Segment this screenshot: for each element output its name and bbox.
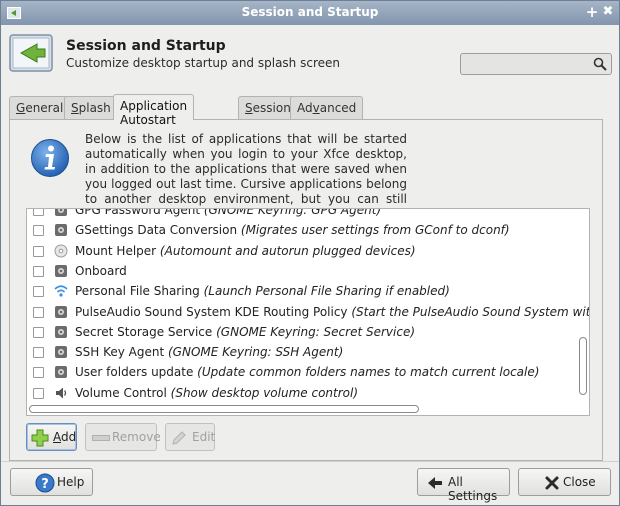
autostart-entry-name: User folders update bbox=[75, 365, 194, 380]
autostart-entry-name: PulseAudio Sound System KDE Routing Poli… bbox=[75, 304, 348, 319]
close-icon bbox=[545, 476, 559, 490]
titlebar[interactable]: Session and Startup + ✖ bbox=[1, 1, 619, 25]
autostart-entry-label: Onboard bbox=[75, 264, 127, 278]
enable-checkbox[interactable] bbox=[33, 286, 44, 298]
autostart-row[interactable]: SSH Key Agent (GNOME Keyring: SSH Agent) bbox=[27, 343, 572, 363]
header-title: Session and Startup bbox=[66, 38, 226, 54]
gear-icon bbox=[55, 264, 67, 277]
autostart-entry-description: (Update common folders names to match cu… bbox=[193, 365, 540, 380]
remove-icon bbox=[92, 435, 110, 441]
autostart-entry-description: (Show desktop volume control) bbox=[166, 385, 359, 400]
close-button[interactable]: Close bbox=[518, 468, 611, 496]
gear-icon bbox=[55, 305, 67, 318]
autostart-entry-label: Mount Helper (Automount and autorun plug… bbox=[75, 244, 416, 258]
autostart-entry-description: (Launch Personal File Sharing if enabled… bbox=[199, 284, 450, 299]
autostart-entry-name: Onboard bbox=[75, 263, 127, 278]
enable-checkbox[interactable] bbox=[33, 245, 44, 257]
enable-checkbox[interactable] bbox=[33, 209, 44, 216]
remove-button[interactable]: Remove bbox=[85, 423, 161, 451]
tab-splash[interactable]: Splash bbox=[64, 96, 118, 119]
gear-icon bbox=[55, 325, 67, 338]
autostart-entry-name: GSettings Data Conversion bbox=[75, 223, 238, 238]
window-title: Session and Startup bbox=[241, 5, 379, 19]
session-startup-window: Session and Startup + ✖ Session and Star… bbox=[0, 0, 620, 506]
horizontal-scrollbar[interactable] bbox=[29, 405, 419, 413]
autostart-row[interactable]: GPG Password Agent (GNOME Keyring: GPG A… bbox=[27, 208, 572, 221]
svg-text:?: ? bbox=[41, 477, 49, 492]
autostart-entry-description: (Migrates user settings from GConf to dc… bbox=[237, 223, 510, 238]
back-arrow-icon bbox=[428, 477, 442, 489]
disc-icon bbox=[54, 244, 68, 258]
autostart-panel: Below is the list of applications that w… bbox=[9, 119, 603, 461]
autostart-entry-label: Volume Control (Show desktop volume cont… bbox=[75, 386, 358, 400]
autostart-row[interactable]: GSettings Data Conversion (Migrates user… bbox=[27, 221, 572, 241]
help-icon: ? bbox=[35, 473, 55, 493]
autostart-entry-description: (Start the PulseAudio Sound System with … bbox=[351, 304, 590, 319]
all-settings-button[interactable]: All Settings bbox=[417, 468, 510, 503]
enable-checkbox[interactable] bbox=[33, 347, 44, 359]
autostart-entry-label: User folders update (Update common folde… bbox=[75, 365, 539, 379]
autostart-row[interactable]: Secret Storage Service (GNOME Keyring: S… bbox=[27, 323, 572, 343]
help-button[interactable]: ? Help bbox=[10, 468, 93, 496]
autostart-entry-label: SSH Key Agent (GNOME Keyring: SSH Agent) bbox=[75, 345, 343, 359]
tab-session[interactable]: Session bbox=[238, 96, 298, 119]
autostart-entry-name: Personal File Sharing bbox=[75, 284, 200, 299]
autostart-entry-description: (GNOME Keyring: GPG Agent) bbox=[200, 208, 382, 217]
autostart-list[interactable]: GPG Password Agent (GNOME Keyring: GPG A… bbox=[26, 208, 590, 416]
enable-checkbox[interactable] bbox=[33, 265, 44, 277]
autostart-entry-description: (Automount and autorun plugged devices) bbox=[156, 243, 416, 258]
search-icon[interactable] bbox=[593, 57, 607, 71]
info-icon bbox=[31, 139, 69, 177]
gear-icon bbox=[55, 209, 67, 216]
autostart-entry-name: GPG Password Agent bbox=[75, 208, 201, 217]
autostart-entry-label: Secret Storage Service (GNOME Keyring: S… bbox=[75, 325, 415, 339]
session-startup-icon bbox=[9, 34, 53, 72]
autostart-row[interactable]: Onboard bbox=[27, 262, 572, 282]
enable-checkbox[interactable] bbox=[33, 387, 44, 399]
close-window-button[interactable]: ✖ bbox=[599, 3, 617, 21]
header-subtitle: Customize desktop startup and splash scr… bbox=[66, 56, 340, 70]
enable-checkbox[interactable] bbox=[33, 225, 44, 237]
autostart-entry-label: PulseAudio Sound System KDE Routing Poli… bbox=[75, 304, 590, 319]
footer-separator bbox=[1, 461, 619, 462]
speaker-icon bbox=[56, 387, 67, 399]
autostart-row[interactable]: User folders update (Update common folde… bbox=[27, 363, 572, 383]
enable-checkbox[interactable] bbox=[33, 306, 44, 318]
vertical-scrollbar[interactable] bbox=[579, 337, 587, 395]
autostart-entry-description: (GNOME Keyring: Secret Service) bbox=[212, 324, 416, 339]
add-button[interactable]: Add bbox=[26, 423, 77, 451]
autostart-entry-name: Secret Storage Service bbox=[75, 324, 213, 339]
edit-icon bbox=[172, 431, 186, 445]
autostart-entry-name: SSH Key Agent bbox=[75, 345, 165, 360]
autostart-entry-label: Personal File Sharing (Launch Personal F… bbox=[75, 284, 450, 298]
enable-checkbox[interactable] bbox=[33, 326, 44, 338]
wifi-icon bbox=[54, 285, 68, 297]
enable-checkbox[interactable] bbox=[33, 367, 44, 379]
autostart-entry-label: GSettings Data Conversion (Migrates user… bbox=[75, 223, 510, 237]
tab-advanced[interactable]: Advanced bbox=[290, 96, 364, 119]
gear-icon bbox=[55, 224, 67, 237]
autostart-row[interactable]: Volume Control (Show desktop volume cont… bbox=[27, 384, 572, 404]
tab-general[interactable]: General bbox=[9, 96, 71, 119]
search-field[interactable] bbox=[460, 53, 612, 75]
tab-application-autostart[interactable]: Application Autostart bbox=[113, 94, 195, 127]
edit-button[interactable]: Edit bbox=[165, 423, 215, 451]
autostart-entry-description: (GNOME Keyring: SSH Agent) bbox=[164, 345, 344, 360]
autostart-row[interactable]: Personal File Sharing (Launch Personal F… bbox=[27, 282, 572, 302]
gear-icon bbox=[55, 346, 67, 359]
dialog-header: Session and Startup Customize desktop st… bbox=[1, 26, 619, 86]
autostart-row[interactable]: Mount Helper (Automount and autorun plug… bbox=[27, 242, 572, 262]
autostart-entry-name: Volume Control bbox=[75, 385, 167, 400]
autostart-row[interactable]: PulseAudio Sound System KDE Routing Poli… bbox=[27, 303, 589, 323]
gear-icon bbox=[55, 366, 67, 379]
add-icon bbox=[31, 429, 49, 447]
autostart-entry-label: GPG Password Agent (GNOME Keyring: GPG A… bbox=[75, 208, 382, 217]
autostart-entry-name: Mount Helper bbox=[75, 243, 157, 258]
